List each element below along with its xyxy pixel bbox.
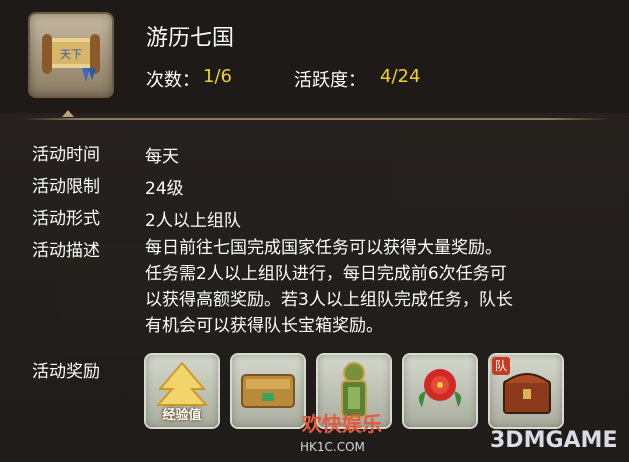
count-value: 1/6 (203, 66, 232, 87)
caret-icon (62, 110, 74, 117)
limit-label: 活动限制 (32, 177, 100, 197)
description-label: 活动描述 (32, 241, 100, 261)
team-badge: 队 (492, 357, 510, 375)
description-text: 每日前往七国完成国家任务可以获得大量奖励。 任务需2人以上组队进行，每日完成前6… (145, 235, 585, 339)
watermark-site-url: HK1C.COM (300, 440, 365, 454)
format-value: 2人以上组队 (145, 211, 241, 231)
svg-text:天下: 天下 (60, 48, 82, 61)
activity-label: 活跃度： (294, 70, 366, 91)
reward-slot-chest[interactable]: 队 (490, 355, 562, 427)
activity-tooltip-panel: 天下 游历七国 次数： 1/6 活跃度： 4/24 活动时间 每天 活动限制 2… (0, 0, 629, 462)
description-line: 任务需2人以上组队进行，每日完成前6次任务可 (145, 264, 507, 284)
watermark-site-cn: 欢快娱乐 (302, 412, 382, 436)
red-flower-icon (418, 369, 462, 407)
description-line: 每日前往七国完成国家任务可以获得大量奖励。 (145, 238, 502, 258)
watermark-brand: 3DMGAME (490, 428, 618, 453)
activity-title: 游历七国 (146, 26, 235, 51)
activity-value: 4/24 (380, 66, 421, 87)
description-line: 以获得高额奖励。若3人以上组队完成任务，队长 (145, 290, 513, 310)
divider (22, 118, 608, 120)
reward-slot-exp[interactable]: 经验值 (146, 355, 218, 427)
rewards-label: 活动奖励 (32, 362, 100, 382)
reward-slot-flower[interactable] (404, 355, 476, 427)
time-label: 活动时间 (32, 145, 100, 165)
count-label: 次数： (146, 70, 200, 91)
time-value: 每天 (145, 147, 179, 167)
limit-value: 24级 (145, 179, 184, 199)
description-line: 有机会可以获得队长宝箱奖励。 (145, 316, 383, 336)
scroll-icon: 天下 (30, 14, 112, 96)
format-label: 活动形式 (32, 209, 100, 229)
reward-label: 经验值 (162, 408, 202, 423)
gold-bar-icon (241, 374, 295, 408)
reward-slot-gold[interactable] (232, 355, 304, 427)
